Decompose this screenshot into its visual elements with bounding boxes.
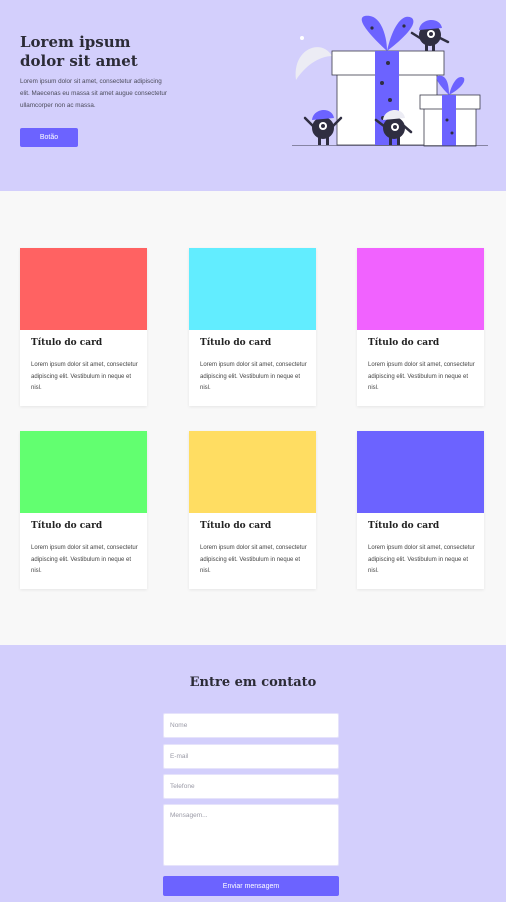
gift-boxes-illustration: [292, 8, 488, 150]
card-text: Lorem ipsum dolor sit amet, consectetur …: [368, 543, 478, 578]
hero-text: Lorem ipsum dolor sit amet, consectetur …: [20, 76, 170, 112]
card[interactable]: Título do card Lorem ipsum dolor sit ame…: [189, 248, 316, 406]
contact-title: Entre em contato: [0, 675, 506, 690]
phone-field[interactable]: [163, 774, 339, 799]
hero-button[interactable]: Botão: [20, 128, 78, 147]
card-text: Lorem ipsum dolor sit amet, consectetur …: [368, 360, 478, 395]
card-image: [20, 248, 147, 330]
name-field[interactable]: [163, 713, 339, 738]
card-text: Lorem ipsum dolor sit amet, consectetur …: [31, 360, 141, 395]
submit-button[interactable]: Enviar mensagem: [163, 876, 339, 896]
hero-section: Lorem ipsum dolor sit amet Lorem ipsum d…: [0, 0, 506, 191]
card-title: Título do card: [31, 521, 102, 531]
card[interactable]: Título do card Lorem ipsum dolor sit ame…: [189, 431, 316, 589]
card-title: Título do card: [200, 521, 271, 531]
email-field[interactable]: [163, 744, 339, 769]
card-text: Lorem ipsum dolor sit amet, consectetur …: [31, 543, 141, 578]
card-image: [357, 248, 484, 330]
contact-section: Entre em contato Enviar mensagem: [0, 645, 506, 902]
card-title: Título do card: [368, 338, 439, 348]
cards-section: Título do card Lorem ipsum dolor sit ame…: [0, 191, 506, 645]
card-text: Lorem ipsum dolor sit amet, consectetur …: [200, 543, 310, 578]
card-image: [20, 431, 147, 513]
card[interactable]: Título do card Lorem ipsum dolor sit ame…: [357, 248, 484, 406]
card[interactable]: Título do card Lorem ipsum dolor sit ame…: [20, 248, 147, 406]
hero-title: Lorem ipsum dolor sit amet: [20, 33, 170, 71]
card-image: [357, 431, 484, 513]
card[interactable]: Título do card Lorem ipsum dolor sit ame…: [357, 431, 484, 589]
message-field[interactable]: [163, 804, 339, 866]
card-title: Título do card: [31, 338, 102, 348]
card-text: Lorem ipsum dolor sit amet, consectetur …: [200, 360, 310, 395]
card-title: Título do card: [200, 338, 271, 348]
card-image: [189, 431, 316, 513]
card-image: [189, 248, 316, 330]
card-title: Título do card: [368, 521, 439, 531]
card[interactable]: Título do card Lorem ipsum dolor sit ame…: [20, 431, 147, 589]
